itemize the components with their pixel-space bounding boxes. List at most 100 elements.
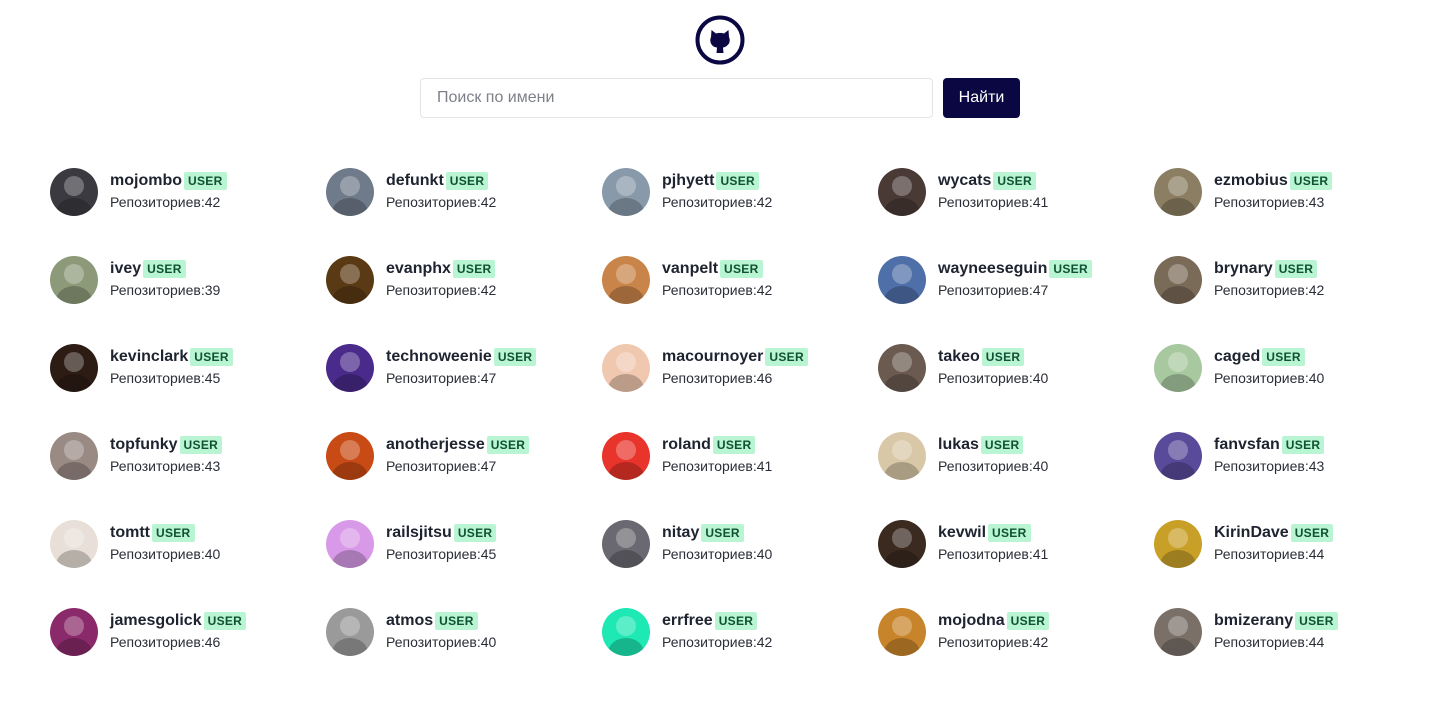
- user-card[interactable]: kevwil USER Репозиториев:41: [878, 520, 1154, 608]
- user-login[interactable]: nitay: [662, 524, 699, 542]
- user-card[interactable]: lukas USER Репозиториев:40: [878, 432, 1154, 520]
- avatar[interactable]: [878, 608, 926, 656]
- user-login[interactable]: mojodna: [938, 612, 1005, 630]
- search-input[interactable]: [420, 78, 933, 118]
- avatar[interactable]: [50, 520, 98, 568]
- user-login[interactable]: wayneeseguin: [938, 260, 1047, 278]
- avatar[interactable]: [602, 432, 650, 480]
- search-bar: Найти: [420, 78, 1020, 118]
- avatar[interactable]: [50, 168, 98, 216]
- user-login[interactable]: mojombo: [110, 172, 182, 190]
- user-login[interactable]: technoweenie: [386, 348, 492, 366]
- user-login[interactable]: kevinclark: [110, 348, 188, 366]
- user-card[interactable]: mojombo USER Репозиториев:42: [50, 168, 326, 256]
- user-login[interactable]: tomtt: [110, 524, 150, 542]
- user-login[interactable]: ezmobius: [1214, 172, 1288, 190]
- avatar[interactable]: [326, 256, 374, 304]
- user-login[interactable]: defunkt: [386, 172, 444, 190]
- user-card[interactable]: vanpelt USER Репозиториев:42: [602, 256, 878, 344]
- avatar[interactable]: [878, 256, 926, 304]
- avatar[interactable]: [878, 520, 926, 568]
- user-card[interactable]: takeo USER Репозиториев:40: [878, 344, 1154, 432]
- user-card[interactable]: anotherjesse USER Репозиториев:47: [326, 432, 602, 520]
- search-button[interactable]: Найти: [943, 78, 1020, 118]
- user-login[interactable]: roland: [662, 436, 711, 454]
- user-login[interactable]: anotherjesse: [386, 436, 485, 454]
- user-login[interactable]: takeo: [938, 348, 980, 366]
- user-type-badge: USER: [1006, 612, 1050, 630]
- user-login[interactable]: bmizerany: [1214, 612, 1293, 630]
- avatar[interactable]: [878, 432, 926, 480]
- user-card[interactable]: mojodna USER Репозиториев:42: [878, 608, 1154, 696]
- user-card[interactable]: jamesgolick USER Репозиториев:46: [50, 608, 326, 696]
- avatar[interactable]: [50, 608, 98, 656]
- user-login[interactable]: evanphx: [386, 260, 451, 278]
- user-card[interactable]: bmizerany USER Репозиториев:44: [1154, 608, 1430, 696]
- user-login[interactable]: macournoyer: [662, 348, 763, 366]
- avatar[interactable]: [1154, 520, 1202, 568]
- avatar[interactable]: [602, 520, 650, 568]
- user-card[interactable]: ezmobius USER Репозиториев:43: [1154, 168, 1430, 256]
- avatar[interactable]: [50, 344, 98, 392]
- user-login[interactable]: vanpelt: [662, 260, 718, 278]
- user-card[interactable]: tomtt USER Репозиториев:40: [50, 520, 326, 608]
- avatar[interactable]: [1154, 344, 1202, 392]
- user-card[interactable]: railsjitsu USER Репозиториев:45: [326, 520, 602, 608]
- user-login[interactable]: lukas: [938, 436, 979, 454]
- user-login[interactable]: railsjitsu: [386, 524, 452, 542]
- user-login[interactable]: topfunky: [110, 436, 178, 454]
- avatar[interactable]: [1154, 256, 1202, 304]
- user-login[interactable]: atmos: [386, 612, 433, 630]
- user-card[interactable]: macournoyer USER Репозиториев:46: [602, 344, 878, 432]
- user-card[interactable]: evanphx USER Репозиториев:42: [326, 256, 602, 344]
- avatar[interactable]: [878, 344, 926, 392]
- user-login[interactable]: ivey: [110, 260, 141, 278]
- user-info: vanpelt USER Репозиториев:42: [662, 256, 772, 298]
- user-card[interactable]: atmos USER Репозиториев:40: [326, 608, 602, 696]
- user-card[interactable]: KirinDave USER Репозиториев:44: [1154, 520, 1430, 608]
- avatar[interactable]: [326, 344, 374, 392]
- user-card[interactable]: caged USER Репозиториев:40: [1154, 344, 1430, 432]
- avatar[interactable]: [326, 520, 374, 568]
- repos-label: Репозиториев:: [938, 370, 1033, 386]
- user-card[interactable]: fanvsfan USER Репозиториев:43: [1154, 432, 1430, 520]
- user-card[interactable]: roland USER Репозиториев:41: [602, 432, 878, 520]
- user-login[interactable]: pjhyett: [662, 172, 714, 190]
- user-card[interactable]: kevinclark USER Репозиториев:45: [50, 344, 326, 432]
- avatar[interactable]: [602, 256, 650, 304]
- user-card[interactable]: defunkt USER Репозиториев:42: [326, 168, 602, 256]
- avatar[interactable]: [602, 608, 650, 656]
- user-login[interactable]: KirinDave: [1214, 524, 1289, 542]
- avatar[interactable]: [326, 168, 374, 216]
- user-card[interactable]: brynary USER Репозиториев:42: [1154, 256, 1430, 344]
- avatar[interactable]: [1154, 608, 1202, 656]
- avatar[interactable]: [326, 432, 374, 480]
- user-card[interactable]: errfree USER Репозиториев:42: [602, 608, 878, 696]
- user-info: mojodna USER Репозиториев:42: [938, 608, 1050, 650]
- user-login[interactable]: brynary: [1214, 260, 1273, 278]
- avatar[interactable]: [50, 432, 98, 480]
- user-login[interactable]: errfree: [662, 612, 713, 630]
- avatar[interactable]: [1154, 168, 1202, 216]
- avatar[interactable]: [602, 344, 650, 392]
- user-login[interactable]: wycats: [938, 172, 991, 190]
- user-card[interactable]: wayneeseguin USER Репозиториев:47: [878, 256, 1154, 344]
- repos-value: 40: [480, 634, 497, 650]
- user-card[interactable]: wycats USER Репозиториев:41: [878, 168, 1154, 256]
- repos-value: 41: [756, 458, 773, 474]
- user-login[interactable]: kevwil: [938, 524, 986, 542]
- user-login[interactable]: jamesgolick: [110, 612, 202, 630]
- repos-value: 40: [1032, 458, 1049, 474]
- avatar[interactable]: [878, 168, 926, 216]
- user-login[interactable]: fanvsfan: [1214, 436, 1280, 454]
- avatar[interactable]: [602, 168, 650, 216]
- avatar[interactable]: [1154, 432, 1202, 480]
- user-card[interactable]: nitay USER Репозиториев:40: [602, 520, 878, 608]
- user-card[interactable]: topfunky USER Репозиториев:43: [50, 432, 326, 520]
- user-login[interactable]: caged: [1214, 348, 1260, 366]
- user-card[interactable]: technoweenie USER Репозиториев:47: [326, 344, 602, 432]
- user-card[interactable]: pjhyett USER Репозиториев:42: [602, 168, 878, 256]
- avatar[interactable]: [326, 608, 374, 656]
- user-card[interactable]: ivey USER Репозиториев:39: [50, 256, 326, 344]
- avatar[interactable]: [50, 256, 98, 304]
